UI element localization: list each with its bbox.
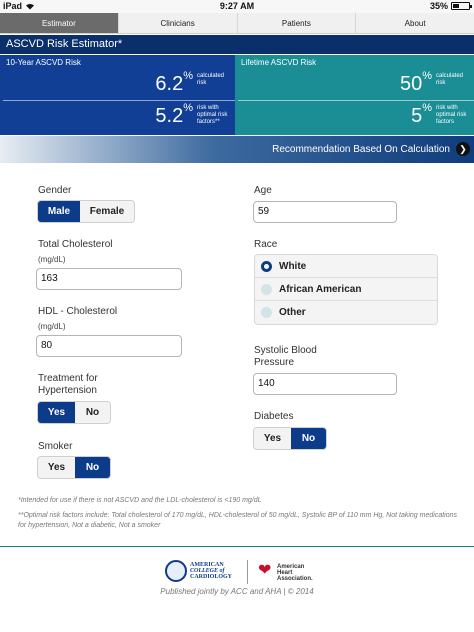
acc-line: CARDIOLOGY [190,574,233,580]
status-bar: iPad 9:27 AM 35% [0,0,474,13]
smoker-no-button[interactable]: No [75,457,110,478]
battery-percent: 35% [429,1,448,11]
hdl-unit: (mg/dL) [38,322,66,331]
status-right: 35% [429,1,472,11]
smoker-toggle: Yes No [37,456,111,479]
recommendation-button[interactable]: Recommendation Based On Calculation ❯ [0,136,474,163]
ten-year-calculated-row: 6.2 % calculated risk [3,69,235,101]
footnote-optimal-factors: **Optimal risk factors include: Total ch… [18,512,457,529]
age-label: Age [254,185,272,196]
ten-year-optimal-label: risk with optimal risk factors** [197,105,228,125]
systolic-input[interactable]: 140 [253,373,397,395]
total-cholesterol-label: Total Cholesterol [38,239,113,250]
race-radio-group: White African American Other [254,254,438,325]
gender-label: Gender [38,185,72,196]
footer-logos: AMERICAN COLLEGE of CARDIOLOGY ❤ America… [0,560,474,586]
tab-estimator[interactable]: Estimator [0,13,118,33]
lifetime-optimal-label: risk with optimal risk factors [436,105,467,125]
ten-year-optimal-value: 5.2 [155,105,184,127]
diabetes-no-button[interactable]: No [291,428,326,449]
race-option-label: White [279,261,307,272]
age-input[interactable]: 59 [253,201,397,223]
lifetime-risk-panel: Lifetime ASCVD Risk 50 % calculated risk… [235,55,474,135]
logo-divider [247,560,248,584]
footnote-intended-use: *Intended for use if there is not ASCVD … [18,497,262,504]
gender-female-button[interactable]: Female [80,201,134,222]
hdl-label: HDL - Cholesterol [38,306,118,317]
tab-bar: Estimator Clinicians Patients About [0,13,474,34]
diabetes-yes-button[interactable]: Yes [254,428,291,449]
smoker-yes-button[interactable]: Yes [38,457,75,478]
radio-unselected-icon[interactable] [261,307,272,318]
systolic-label: Systolic Blood Pressure [254,345,317,368]
ten-year-risk-panel: 10-Year ASCVD Risk 6.2 % calculated risk… [0,55,235,135]
published-credit: Published jointly by ACC and AHA | © 201… [160,587,314,596]
hypertension-label: Treatment for Hypertension [38,373,98,396]
acc-seal-logo [165,560,187,582]
race-option-label: African American [279,284,362,295]
lifetime-optimal-value: 5 [411,105,423,127]
ten-year-calculated-value: 6.2 [155,73,184,95]
hdl-input[interactable]: 80 [36,335,182,357]
percent-sign: % [183,102,193,114]
race-option-label: Other [279,307,306,318]
acc-logo-text: AMERICAN COLLEGE of CARDIOLOGY [190,562,232,580]
gender-toggle: Male Female [37,200,135,223]
battery-icon [451,2,472,10]
total-cholesterol-input[interactable]: 163 [36,268,182,290]
total-cholesterol-unit: (mg/dL) [38,255,66,264]
diabetes-label: Diabetes [254,411,294,422]
aha-line: Association. [277,576,313,582]
lifetime-calculated-value: 50 [399,73,423,95]
status-time: 9:27 AM [219,1,255,11]
percent-sign: % [422,102,432,114]
hypertension-no-button[interactable]: No [75,402,110,423]
hypertension-yes-button[interactable]: Yes [38,402,75,423]
radio-unselected-icon[interactable] [261,284,272,295]
radio-selected-icon[interactable] [261,261,272,272]
ten-year-optimal-row: 5.2 % risk with optimal risk factors** [0,101,235,133]
ten-year-calculated-label: calculated risk [197,73,225,86]
race-label: Race [254,239,278,250]
lifetime-calculated-label: calculated risk [436,73,464,86]
tab-patients[interactable]: Patients [236,13,356,33]
race-option-white[interactable]: White [255,255,437,278]
percent-sign: % [422,70,432,82]
race-option-african-american[interactable]: African American [255,278,437,301]
heart-icon: ❤ [258,562,272,579]
tab-about[interactable]: About [355,13,474,33]
divider [0,546,474,547]
gender-male-button[interactable]: Male [38,201,80,222]
lifetime-optimal-row: 5 % risk with optimal risk factors [235,101,474,133]
lifetime-heading: Lifetime ASCVD Risk [241,58,317,67]
chevron-right-icon[interactable]: ❯ [456,142,470,156]
smoker-label: Smoker [38,441,73,452]
percent-sign: % [183,70,193,82]
diabetes-toggle: Yes No [253,427,327,450]
tab-clinicians[interactable]: Clinicians [117,13,237,33]
hypertension-toggle: Yes No [37,401,111,424]
recommendation-label: Recommendation Based On Calculation [272,144,450,155]
lifetime-calculated-row: 50 % calculated risk [238,69,474,101]
aha-logo-text: American Heart Association. [277,564,313,582]
ten-year-heading: 10-Year ASCVD Risk [6,58,81,67]
race-option-other[interactable]: Other [255,301,437,324]
page-title: ASCVD Risk Estimator* [0,35,474,54]
